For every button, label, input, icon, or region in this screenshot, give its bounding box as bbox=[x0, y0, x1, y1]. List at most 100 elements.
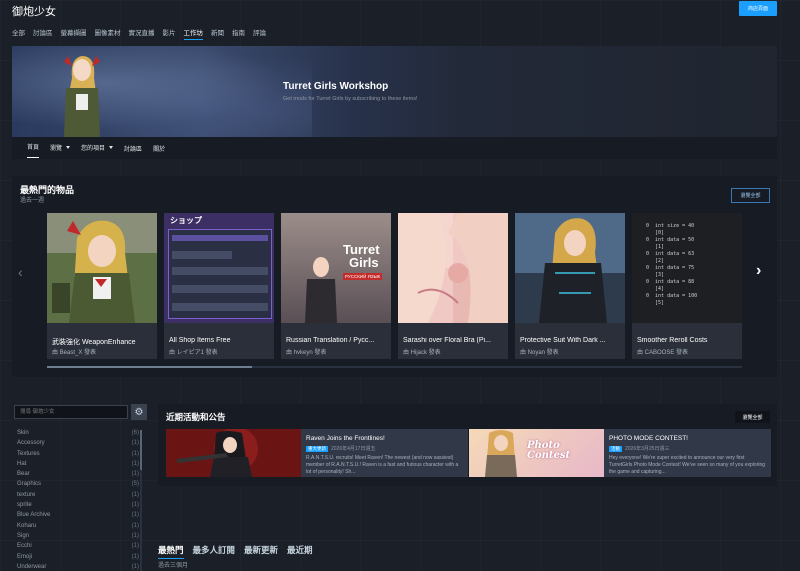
item-thumbnail: ショップ bbox=[164, 213, 274, 323]
tag-filter-item[interactable]: Blue Archive (1) bbox=[17, 512, 139, 522]
tab-most-popular[interactable]: 最熱門 bbox=[158, 544, 184, 559]
item-author: 由 レイピア1 發表 bbox=[169, 350, 218, 356]
item-thumbnail bbox=[47, 213, 157, 323]
item-thumbnail bbox=[398, 213, 508, 323]
item-thumbnail bbox=[515, 213, 625, 323]
workshop-item-card[interactable]: 武裝強化 WeaponEnhance 由 Beast_X 發表 bbox=[47, 213, 157, 359]
subnav-about[interactable]: 關於 bbox=[153, 144, 165, 156]
nav-tab-broadcasts[interactable]: 實況直播 bbox=[129, 27, 155, 40]
event-image: Photo Contest bbox=[469, 429, 604, 477]
workshop-item-card[interactable]: 0 int size = 40 [0] 0 int data = 50 [1] 0 … bbox=[632, 213, 742, 359]
store-page-button[interactable]: 商店頁面 bbox=[739, 1, 777, 16]
event-description: R.A.N.T.S.U. recruits! Meet Raven! The n… bbox=[306, 455, 459, 475]
tag-name: Skin bbox=[17, 430, 29, 436]
workshop-banner bbox=[12, 46, 777, 137]
tag-filter-item[interactable]: Accessory (1) bbox=[17, 440, 139, 450]
events-view-all-button[interactable]: 瀏覽全部 bbox=[735, 411, 770, 423]
tag-count: (1) bbox=[131, 502, 139, 509]
code-line: 0 int size = 40 bbox=[646, 223, 695, 229]
workshop-item-card[interactable]: ショップ All Shop Items Free 由 レイピア1 發表 bbox=[164, 213, 274, 359]
tag-filter-item[interactable]: Skin (6) bbox=[17, 430, 139, 440]
workshop-item-card[interactable]: Turret Girls РУССКИЙ ЯЗЫК Russian Transl… bbox=[281, 213, 391, 359]
tag-name: Accessory bbox=[17, 440, 45, 447]
tag-name: Sign bbox=[17, 532, 30, 539]
subnav-your-items[interactable]: 您的項目 bbox=[81, 143, 114, 158]
item-title: Smoother Reroll Costs bbox=[637, 337, 708, 344]
item-title: 武裝強化 WeaponEnhance bbox=[52, 339, 136, 346]
tag-filter-item[interactable]: Underwear (1) bbox=[17, 564, 139, 571]
subnav-browse-label: 瀏覽 bbox=[50, 145, 63, 152]
item-author: 由 Noyan 發表 bbox=[520, 350, 559, 356]
tag-name: Ecchi bbox=[17, 543, 32, 550]
carousel-scrollbar-thumb[interactable] bbox=[47, 366, 252, 368]
event-card[interactable]: Raven Joins the Frontlines! 重大更新 2026年4月1… bbox=[166, 429, 468, 477]
tag-filter-item[interactable]: Ecchi (1) bbox=[17, 543, 139, 553]
tag-name: sprite bbox=[17, 502, 32, 509]
tag-count: (1) bbox=[131, 440, 139, 447]
tag-name: Emoji bbox=[17, 553, 33, 560]
subnav-home[interactable]: 首頁 bbox=[27, 142, 40, 158]
subnav-browse[interactable]: 瀏覽 bbox=[50, 143, 71, 158]
chevron-down-icon bbox=[66, 145, 71, 152]
item-thumbnail: 0 int size = 40 [0] 0 int data = 50 [1] 0 … bbox=[632, 213, 742, 323]
code-line: 0 int data = 50 bbox=[646, 237, 695, 243]
tag-filter-item[interactable]: sprite (1) bbox=[17, 502, 139, 512]
carousel-prev-arrow-icon[interactable]: ‹ bbox=[18, 264, 23, 280]
tag-list-scrollbar-thumb[interactable] bbox=[140, 430, 142, 470]
tag-count: (1) bbox=[131, 460, 139, 467]
app-title: 御炮少女 bbox=[12, 6, 56, 18]
tag-filter-item[interactable]: texture (1) bbox=[17, 492, 139, 502]
nav-tab-all[interactable]: 全部 bbox=[12, 27, 25, 40]
nav-tab-artwork[interactable]: 圖像素材 bbox=[95, 27, 121, 40]
item-author: 由 hvkeyn 發表 bbox=[286, 350, 327, 356]
event-image bbox=[166, 429, 301, 477]
workshop-item-card[interactable]: Sarashi over Floral Bra (Pi... 由 Hijack … bbox=[398, 213, 508, 359]
nav-tab-screenshots[interactable]: 螢幕擷圖 bbox=[61, 27, 87, 40]
code-line: [0] bbox=[646, 230, 665, 236]
tag-count: (1) bbox=[131, 532, 139, 539]
item-title: Russian Translation / Русс... bbox=[286, 337, 375, 344]
event-date: 2026年3月25日週三 bbox=[625, 446, 670, 452]
subnav-your-items-label: 您的項目 bbox=[81, 145, 106, 152]
tag-name: Bear bbox=[17, 471, 30, 478]
tag-name: Blue Archive bbox=[17, 512, 51, 519]
sort-tabs: 最熱門 最多人訂閱 最新更新 最近期 bbox=[158, 544, 313, 559]
tab-most-recent[interactable]: 最近期 bbox=[287, 544, 313, 559]
tag-filter-item[interactable]: Sign (1) bbox=[17, 533, 139, 543]
event-description: Hey everyone! We're super excited to ann… bbox=[609, 455, 766, 475]
event-badge: 重大更新 bbox=[306, 445, 328, 452]
browse-all-button[interactable]: 瀏覽全部 bbox=[731, 188, 770, 203]
item-author: 由 Hijack 發表 bbox=[403, 350, 441, 356]
gear-icon[interactable]: ⚙ bbox=[131, 404, 147, 420]
nav-tab-discussions[interactable]: 討論區 bbox=[33, 27, 53, 40]
tag-filter-item[interactable]: Bear (1) bbox=[17, 471, 139, 481]
carousel-next-arrow-icon[interactable]: › bbox=[756, 262, 761, 280]
russian-language-label: РУССКИЙ ЯЗЫК bbox=[343, 273, 383, 280]
tag-filter-item[interactable]: Koharu (1) bbox=[17, 523, 139, 533]
search-input[interactable] bbox=[15, 406, 127, 418]
tag-name: Textures bbox=[17, 450, 40, 457]
subnav-discussions[interactable]: 討論區 bbox=[124, 144, 142, 156]
workshop-title: Turret Girls Workshop bbox=[283, 81, 389, 92]
tag-filter-item[interactable]: Graphics (5) bbox=[17, 481, 139, 491]
chevron-down-icon bbox=[109, 145, 114, 152]
nav-tab-workshop[interactable]: 工作坊 bbox=[183, 27, 203, 40]
item-author: 由 CABOOSE 發表 bbox=[637, 350, 689, 356]
tab-most-recent-updated[interactable]: 最新更新 bbox=[244, 544, 278, 559]
russian-logo-line2: Girls bbox=[349, 255, 379, 270]
code-line: 0 int data = 100 bbox=[646, 293, 698, 299]
event-title: PHOTO MODE CONTEST! bbox=[609, 435, 688, 442]
nav-tab-reviews[interactable]: 評論 bbox=[253, 27, 266, 40]
tag-filter-item[interactable]: Emoji (1) bbox=[17, 554, 139, 564]
nav-tab-videos[interactable]: 影片 bbox=[163, 27, 176, 40]
tab-most-subscribed[interactable]: 最多人訂閱 bbox=[193, 544, 236, 559]
nav-tab-guides[interactable]: 指南 bbox=[232, 27, 245, 40]
event-card[interactable]: Photo Contest PHOTO MODE CONTEST! 活動 2026… bbox=[469, 429, 771, 477]
tag-filter-item[interactable]: Hat (1) bbox=[17, 461, 139, 471]
workshop-item-card[interactable]: Protective Suit With Dark ... 由 Noyan 發表 bbox=[515, 213, 625, 359]
community-nav: 全部 討論區 螢幕擷圖 圖像素材 實況直播 影片 工作坊 新聞 指南 評論 bbox=[12, 27, 266, 40]
item-author: 由 Beast_X 發表 bbox=[52, 350, 97, 356]
tag-filter-item[interactable]: Textures (1) bbox=[17, 451, 139, 461]
tag-count: (1) bbox=[131, 522, 139, 529]
nav-tab-news[interactable]: 新聞 bbox=[211, 27, 224, 40]
